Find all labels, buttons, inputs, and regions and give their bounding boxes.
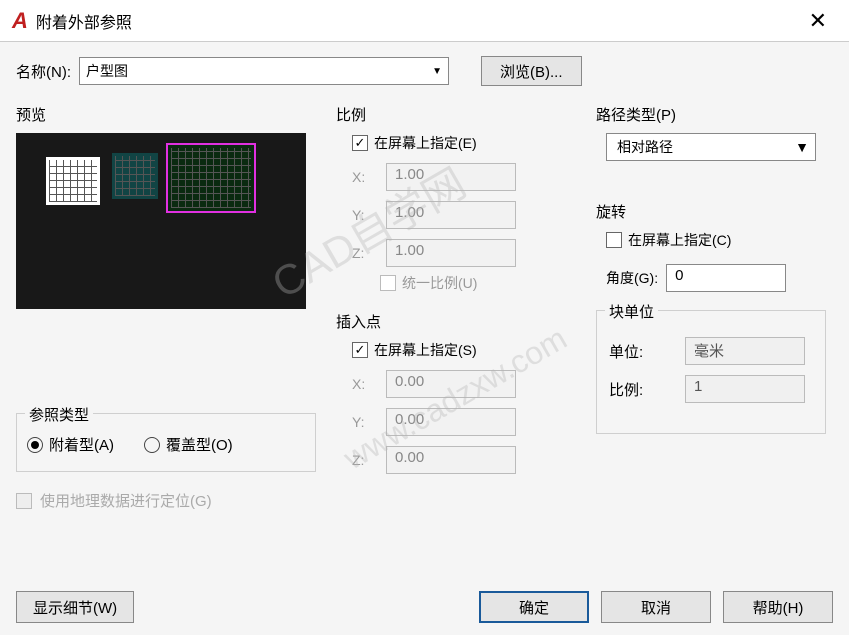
ok-button[interactable]: 确定	[479, 591, 589, 623]
unit-scale-value: 1	[685, 375, 805, 403]
angle-input[interactable]: 0	[666, 264, 786, 292]
scale-onscreen-checkbox[interactable]	[352, 135, 368, 151]
geo-checkbox	[16, 493, 32, 509]
angle-label: 角度(G):	[606, 268, 658, 288]
block-unit-group: 块单位 单位: 毫米 比例: 1	[596, 310, 826, 434]
thumbnail	[166, 143, 256, 213]
name-value: 户型图	[86, 61, 128, 81]
reference-type-group: 参照类型 附着型(A) 覆盖型(O)	[16, 413, 316, 472]
name-select[interactable]: 户型图 ▼	[79, 57, 449, 85]
app-icon: A	[12, 8, 28, 34]
chevron-down-icon: ▼	[795, 139, 809, 155]
browse-button[interactable]: 浏览(B)...	[481, 56, 582, 86]
scale-x-input: 1.00	[386, 163, 516, 191]
ref-type-title: 参照类型	[25, 404, 93, 425]
preview-title: 预览	[16, 104, 316, 125]
show-details-button[interactable]: 显示细节(W)	[16, 591, 134, 623]
scale-title: 比例	[336, 104, 576, 125]
uniform-checkbox	[380, 275, 396, 291]
help-button[interactable]: 帮助(H)	[723, 591, 833, 623]
dialog-title: 附着外部参照	[36, 9, 132, 33]
scale-z-input: 1.00	[386, 239, 516, 267]
thumbnail	[46, 157, 100, 205]
radio-icon	[27, 437, 43, 453]
insertion-onscreen-checkbox[interactable]	[352, 342, 368, 358]
insertion-title: 插入点	[336, 311, 576, 332]
radio-overlay[interactable]: 覆盖型(O)	[144, 434, 233, 455]
cancel-button[interactable]: 取消	[601, 591, 711, 623]
rotation-onscreen-checkbox[interactable]	[606, 232, 622, 248]
rotation-title: 旋转	[596, 201, 826, 222]
insert-z-input: 0.00	[386, 446, 516, 474]
insert-y-input: 0.00	[386, 408, 516, 436]
path-type-select[interactable]: 相对路径 ▼	[606, 133, 816, 161]
name-label: 名称(N):	[16, 61, 71, 82]
radio-attach[interactable]: 附着型(A)	[27, 434, 114, 455]
insert-x-input: 0.00	[386, 370, 516, 398]
thumbnail	[112, 153, 158, 199]
preview-area	[16, 133, 306, 309]
path-type-title: 路径类型(P)	[596, 104, 826, 125]
chevron-down-icon: ▼	[432, 66, 442, 77]
close-icon[interactable]: ✕	[799, 4, 837, 38]
geo-label: 使用地理数据进行定位(G)	[40, 490, 212, 511]
radio-icon	[144, 437, 160, 453]
unit-value: 毫米	[685, 337, 805, 365]
block-unit-title: 块单位	[605, 301, 658, 322]
scale-y-input: 1.00	[386, 201, 516, 229]
